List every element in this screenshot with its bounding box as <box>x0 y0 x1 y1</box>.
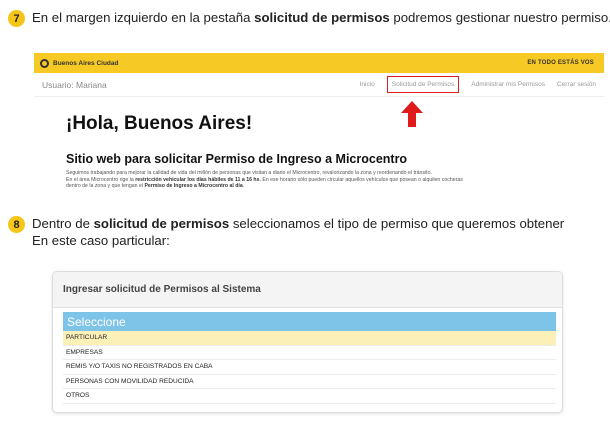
nav-solicitud-de-permisos[interactable]: Solicitud de Permisos <box>386 76 460 93</box>
permit-type-listbox[interactable]: Seleccione PARTICULAR EMPRESAS REMIS Y/O… <box>63 312 556 404</box>
step-8-badge: 8 <box>8 216 25 233</box>
hello-heading: ¡Hola, Buenos Aires! <box>66 113 253 134</box>
step-7-text: En el margen izquierdo en la pestaña sol… <box>32 10 610 25</box>
user-greeting: Usuario: Mariana <box>42 79 107 90</box>
step-8: 8 Dentro de solicitud de permisos selecc… <box>8 215 610 249</box>
nav-links: Inicio Solicitud de Permisos Administrar… <box>348 76 596 93</box>
screenshot-permisos-home: Buenos Aires Ciudad EN TODO ESTÁS VOS Us… <box>34 53 604 193</box>
brand-logo[interactable]: Buenos Aires Ciudad <box>40 58 119 68</box>
top-bar: Buenos Aires Ciudad EN TODO ESTÁS VOS <box>34 53 604 73</box>
nav-administrar-permisos[interactable]: Administrar mis Permisos <box>471 81 545 88</box>
brand-name: Buenos Aires Ciudad <box>53 59 119 67</box>
option-empresas[interactable]: EMPRESAS <box>63 346 556 360</box>
step-8-text: Dentro de solicitud de permisos seleccio… <box>32 216 565 248</box>
red-arrow-up-icon <box>401 101 423 127</box>
site-description: Seguimos trabajando para mejorar la cali… <box>66 170 463 190</box>
nav-cerrar-sesion[interactable]: Cerrar sesión <box>557 81 596 88</box>
step-7-badge: 7 <box>8 10 25 27</box>
step-7: 7 En el margen izquierdo en la pestaña s… <box>8 9 610 27</box>
nav-inicio[interactable]: Inicio <box>360 81 375 88</box>
option-otros[interactable]: OTROS <box>63 389 556 404</box>
select-header[interactable]: Seleccione <box>63 312 556 331</box>
option-movilidad-reducida[interactable]: PERSONAS CON MOVILIDAD REDUCIDA <box>63 375 556 389</box>
tagline: EN TODO ESTÁS VOS <box>527 60 594 66</box>
city-logo-icon <box>40 58 49 68</box>
site-subtitle: Sitio web para solicitar Permiso de Ingr… <box>66 152 408 166</box>
panel-title: Ingresar solicitud de Permisos al Sistem… <box>53 272 562 308</box>
screenshot-permit-type-select: Ingresar solicitud de Permisos al Sistem… <box>52 271 563 413</box>
option-particular[interactable]: PARTICULAR <box>63 331 556 346</box>
nav-bar: Usuario: Mariana Inicio Solicitud de Per… <box>34 73 604 97</box>
option-remis-taxis[interactable]: REMIS Y/O TAXIS NO REGISTRADOS EN CABA <box>63 360 556 375</box>
